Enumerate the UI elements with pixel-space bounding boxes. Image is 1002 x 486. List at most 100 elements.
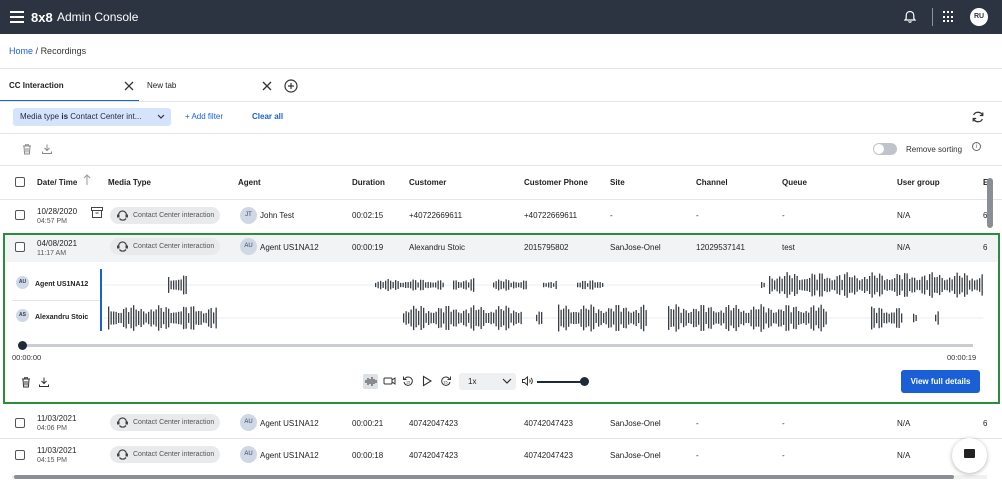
playback-speed-value: 1x: [468, 377, 477, 386]
column-header-user-group[interactable]: User group: [897, 178, 940, 187]
row-date: 11/03/2021: [37, 414, 77, 423]
user-avatar[interactable]: RU: [970, 8, 988, 26]
row-agent: John Test: [260, 211, 295, 220]
waveform-icon[interactable]: [363, 374, 378, 389]
close-icon[interactable]: [262, 81, 272, 91]
row-channel: -: [696, 211, 699, 220]
row-checkbox[interactable]: [15, 450, 25, 460]
avatar: AU: [240, 446, 257, 463]
sort-ascending-icon[interactable]: [83, 174, 91, 186]
filter-chip-media-type[interactable]: Media type is Contact Center int...: [13, 108, 171, 126]
volume-slider[interactable]: [537, 381, 585, 383]
delete-icon[interactable]: [20, 376, 32, 388]
time-end: 00:00:19: [947, 353, 977, 362]
media-type-label: Contact Center interaction: [133, 243, 215, 250]
media-type-icon: [117, 449, 128, 460]
menu-icon[interactable]: [10, 11, 24, 23]
view-full-details-button[interactable]: View full details: [901, 370, 980, 393]
close-icon[interactable]: [124, 81, 134, 91]
row-site: SanJose-Onel: [610, 451, 661, 460]
row-checkbox[interactable]: [15, 242, 25, 252]
playback-speed-select[interactable]: 1x: [459, 373, 516, 390]
speaker-customer: AS Alexandru Stoic: [12, 306, 99, 330]
media-type-icon: [117, 210, 128, 221]
filter-chip-operator: is: [61, 112, 69, 121]
download-icon[interactable]: [38, 376, 50, 388]
row-checkbox[interactable]: [15, 210, 25, 220]
chat-icon[interactable]: [952, 438, 987, 473]
play-icon[interactable]: [421, 375, 433, 387]
time-start: 00:00:00: [12, 353, 42, 362]
column-header-agent[interactable]: Agent: [238, 178, 261, 187]
bell-icon[interactable]: [903, 10, 917, 24]
row-channel: -: [696, 451, 699, 460]
avatar: AU: [240, 414, 257, 431]
info-icon[interactable]: i: [972, 142, 981, 151]
column-header-customer-phone[interactable]: Customer Phone: [524, 178, 588, 187]
breadcrumb: Home / Recordings: [9, 46, 86, 56]
divider: [0, 68, 1002, 69]
playback-progress-bar[interactable]: [22, 344, 973, 347]
breadcrumb-home[interactable]: Home: [9, 46, 33, 56]
clear-all-button[interactable]: Clear all: [252, 112, 283, 121]
row-user-group: N/A: [897, 419, 911, 428]
media-type-icon: [117, 241, 128, 252]
row-duration: 00:00:18: [352, 451, 384, 460]
media-type-badge: Contact Center interaction: [110, 207, 220, 224]
row-channel: -: [696, 419, 699, 428]
media-type-label: Contact Center interaction: [133, 212, 215, 219]
tab-new-tab[interactable]: New tab: [147, 80, 176, 100]
rewind-icon[interactable]: 15: [402, 375, 414, 387]
divider: [0, 165, 1002, 166]
apps-grid-icon[interactable]: [943, 11, 955, 23]
row-channel: 12029537141: [696, 243, 745, 252]
tab-cc-interaction[interactable]: CC Interaction: [9, 80, 64, 100]
remove-sorting-label: Remove sorting: [906, 145, 963, 154]
row-date: 10/28/2020: [37, 207, 78, 216]
divider: [0, 101, 1002, 102]
column-header-customer[interactable]: Customer: [409, 178, 446, 187]
column-header-date[interactable]: Date/ Time: [37, 178, 77, 187]
horizontal-scrollbar[interactable]: [14, 475, 954, 479]
column-header-queue[interactable]: Queue: [782, 178, 807, 187]
media-type-badge: Contact Center interaction: [110, 446, 220, 463]
row-site: -: [610, 211, 613, 220]
volume-knob[interactable]: [580, 377, 589, 386]
add-filter-button[interactable]: + Add filter: [185, 112, 223, 121]
download-icon[interactable]: [41, 143, 53, 155]
forward-icon[interactable]: 15: [440, 375, 452, 387]
row-user-group: N/A: [897, 211, 911, 220]
row-customer-phone: 40742047423: [524, 419, 573, 428]
column-header-site[interactable]: Site: [610, 178, 625, 187]
column-header-media-type[interactable]: Media Type: [108, 178, 151, 187]
row-customer: 40742047423: [409, 419, 458, 428]
column-header-channel[interactable]: Channel: [696, 178, 728, 187]
row-time: 04:06 PM: [37, 425, 67, 432]
waveform[interactable]: [103, 267, 983, 333]
volume-icon[interactable]: [521, 375, 533, 387]
select-all-checkbox[interactable]: [15, 177, 25, 187]
video-icon[interactable]: [383, 375, 396, 387]
progress-knob[interactable]: [18, 341, 27, 350]
archive-icon: [91, 207, 103, 218]
vertical-scrollbar[interactable]: [987, 178, 993, 228]
app-title: Admin Console: [57, 10, 139, 24]
column-header-duration[interactable]: Duration: [352, 178, 385, 187]
row-customer-phone: 40742047423: [524, 451, 573, 460]
row-checkbox[interactable]: [15, 418, 25, 428]
logo: 8x8: [31, 10, 53, 25]
media-type-label: Contact Center interaction: [133, 451, 215, 458]
add-tab-icon[interactable]: [284, 79, 298, 93]
divider: [0, 438, 1002, 439]
speaker-agent: AU Agent US1NA12: [12, 273, 99, 297]
row-customer: Alexandru Stoic: [409, 243, 466, 252]
breadcrumb-separator: /: [35, 46, 39, 56]
svg-text:15: 15: [406, 380, 410, 384]
row-extra: 6: [983, 243, 988, 252]
media-type-label: Contact Center interaction: [133, 419, 215, 426]
refresh-icon[interactable]: [971, 110, 985, 124]
row-time: 04:57 PM: [37, 218, 67, 225]
speaker-name: Alexandru Stoic: [35, 314, 89, 321]
delete-icon[interactable]: [21, 143, 33, 155]
remove-sorting-toggle[interactable]: [873, 143, 897, 155]
